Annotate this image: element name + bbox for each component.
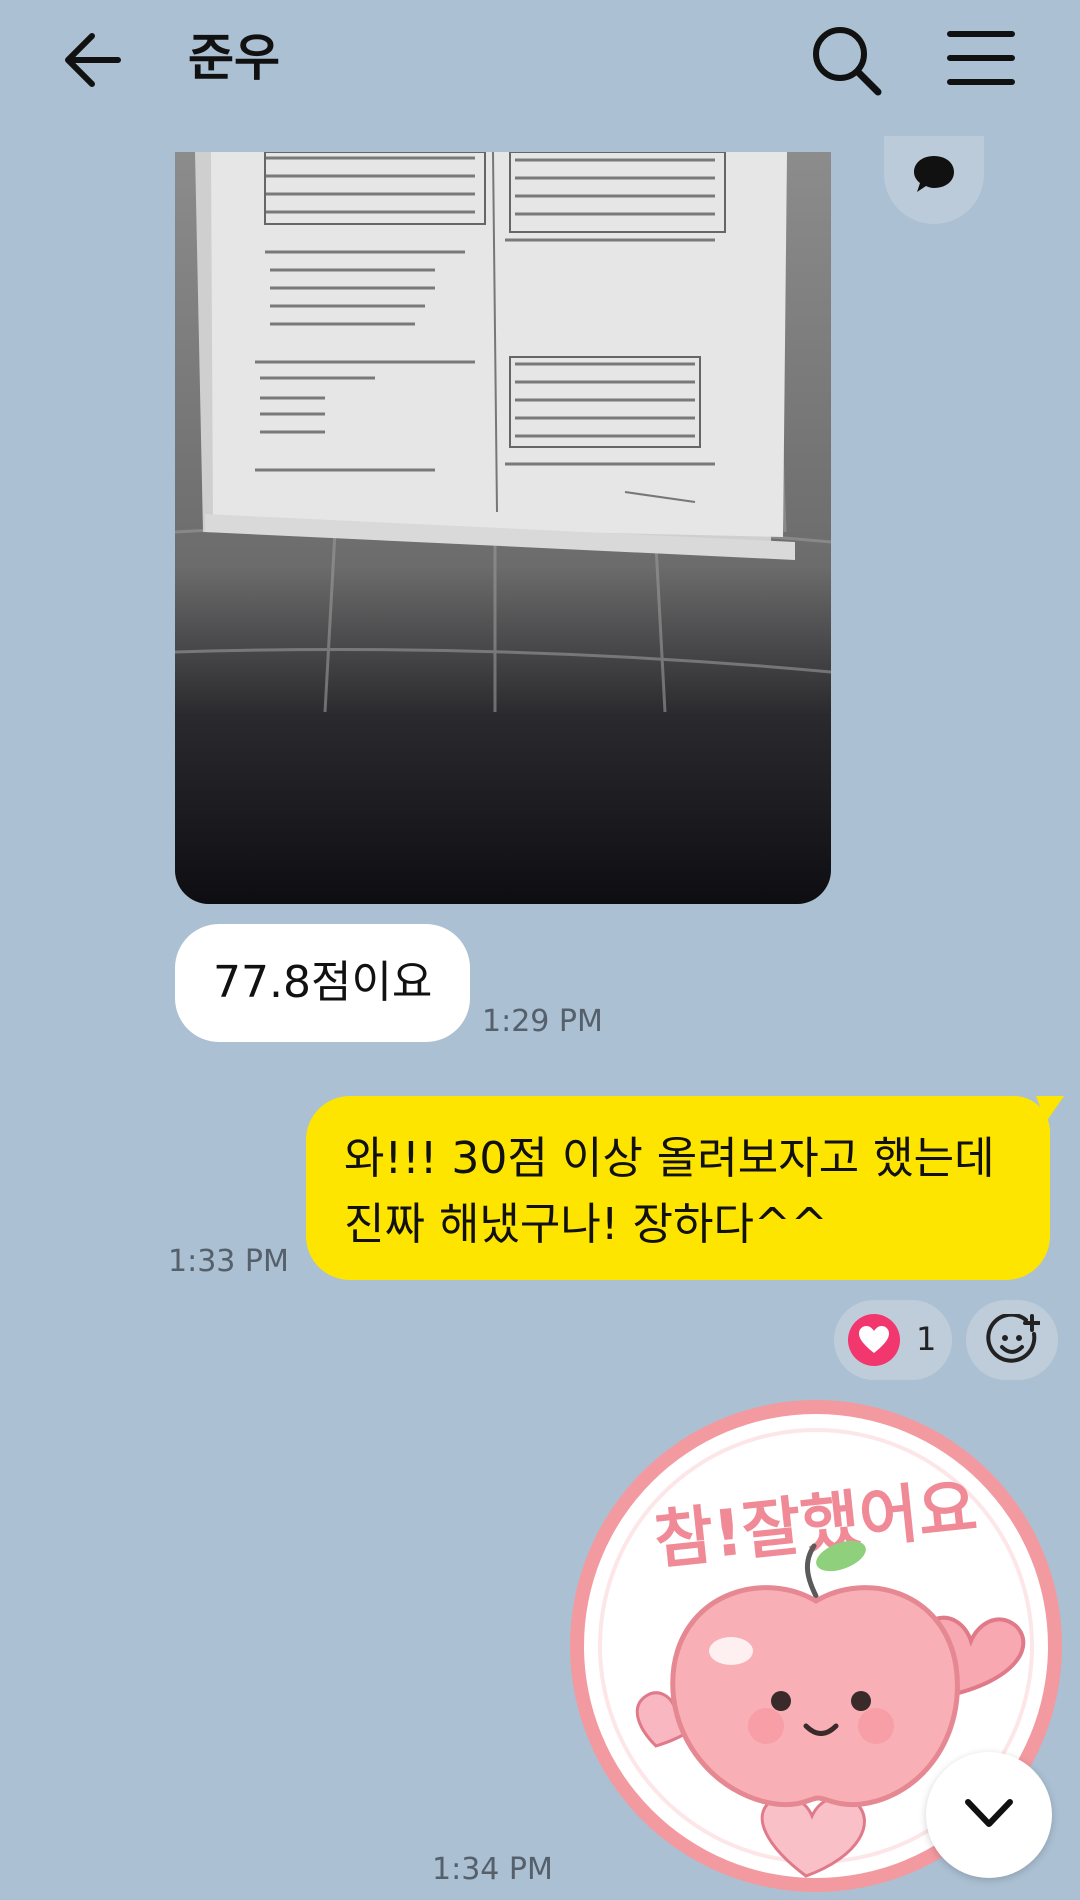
message-timestamp: 1:29 PM [482, 1004, 603, 1039]
add-reaction-button[interactable] [966, 1300, 1058, 1380]
sent-message-bubble[interactable]: 와!!! 30점 이상 올려보자고 했는데 진짜 해냈구나! 장하다^^ [306, 1096, 1050, 1280]
photo-comment-button[interactable] [884, 136, 984, 224]
chat-header: 준우 [0, 0, 1080, 120]
message-timestamp: 1:33 PM [168, 1244, 289, 1279]
received-message-bubble[interactable]: 77.8점이요 [175, 924, 471, 1042]
chevron-down-icon [965, 1799, 1013, 1827]
scroll-to-bottom-button[interactable] [926, 1752, 1052, 1878]
menu-button[interactable] [946, 26, 1016, 90]
add-emoji-icon [986, 1314, 1040, 1363]
received-photo[interactable] [175, 152, 831, 904]
message-line: 와!!! 30점 이상 올려보자고 했는데 [344, 1133, 995, 1184]
message-timestamp: 1:34 PM [432, 1852, 553, 1887]
sent-message-text: 와!!! 30점 이상 올려보자고 했는데 진짜 해냈구나! 장하다^^ [344, 1126, 1024, 1258]
search-button[interactable] [808, 22, 884, 98]
hamburger-menu-icon [947, 31, 1015, 85]
heart-icon [859, 1326, 889, 1353]
heart-reaction [848, 1314, 900, 1366]
arrow-left-icon [65, 33, 121, 87]
back-button[interactable] [58, 24, 130, 96]
photo-image [175, 152, 831, 904]
reaction-chip[interactable]: 1 [834, 1300, 952, 1380]
chat-title: 준우 [188, 29, 280, 87]
reaction-count: 1 [916, 1320, 937, 1358]
bubble-tail [1036, 1096, 1064, 1122]
search-icon [813, 27, 882, 96]
comment-icon [914, 156, 954, 192]
message-line: 진짜 해냈구나! 장하다^^ [344, 1199, 828, 1250]
